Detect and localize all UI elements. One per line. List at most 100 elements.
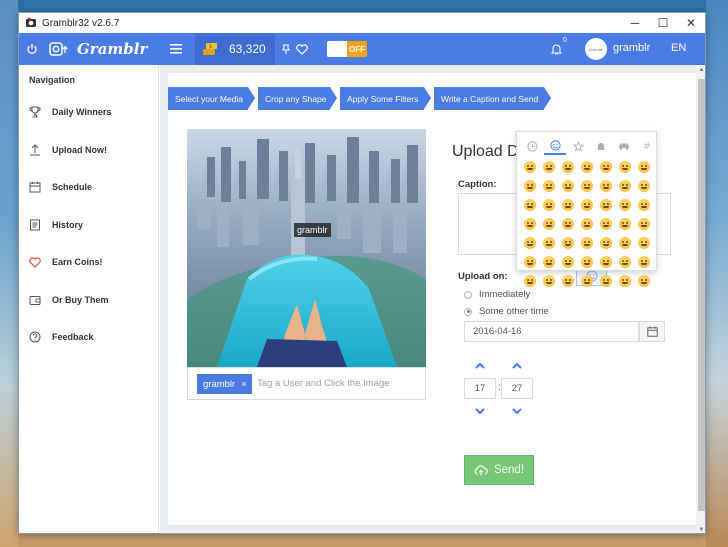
minute-up-icon[interactable] <box>510 359 524 371</box>
clock-icon[interactable] <box>521 137 543 155</box>
emoji-option[interactable] <box>524 218 536 230</box>
emoji-option[interactable] <box>543 218 555 230</box>
emoji-option[interactable] <box>524 256 536 268</box>
scroll-up-icon[interactable]: ▲ <box>696 65 705 75</box>
emoji-option[interactable] <box>581 218 593 230</box>
emoji-option[interactable] <box>619 275 631 287</box>
maximize-button[interactable]: ☐ <box>649 13 677 33</box>
emoji-option[interactable] <box>638 275 650 287</box>
emoji-option[interactable] <box>562 275 574 287</box>
bell-icon[interactable] <box>590 137 612 155</box>
emoji-option[interactable] <box>619 180 631 192</box>
emoji-option[interactable] <box>638 199 650 211</box>
media-preview-image[interactable]: gramblr <box>187 129 426 367</box>
step-filters[interactable]: Apply Some Filters <box>340 87 424 110</box>
emoji-option[interactable] <box>619 218 631 230</box>
emoji-option[interactable] <box>543 161 555 173</box>
tag-user-input[interactable]: Tag a User and Click the Image <box>257 378 390 389</box>
emoji-option[interactable] <box>581 199 593 211</box>
emoji-option[interactable] <box>543 199 555 211</box>
hour-input[interactable]: 17 <box>464 378 496 399</box>
emoji-option[interactable] <box>524 161 536 173</box>
menu-icon[interactable] <box>169 43 183 55</box>
emoji-option[interactable] <box>562 218 574 230</box>
emoji-option[interactable] <box>562 237 574 249</box>
radio-some-other-time[interactable]: Some other time <box>464 306 549 317</box>
main-scrollbar[interactable]: ▲ ▼ <box>696 65 705 533</box>
emoji-option[interactable] <box>543 237 555 249</box>
close-button[interactable]: ✕ <box>677 13 705 33</box>
emoji-option[interactable] <box>562 180 574 192</box>
emoji-option[interactable] <box>638 218 650 230</box>
hour-down-icon[interactable] <box>473 405 487 417</box>
emoji-option[interactable] <box>600 237 612 249</box>
date-input[interactable]: 2016-04-16 <box>464 321 639 342</box>
minimize-button[interactable]: ─ <box>621 13 649 33</box>
emoji-option[interactable] <box>600 218 612 230</box>
emoji-option[interactable] <box>619 161 631 173</box>
bell-icon[interactable] <box>549 42 563 56</box>
emoji-option[interactable] <box>524 237 536 249</box>
emoji-option[interactable] <box>581 161 593 173</box>
hash-icon[interactable]: # <box>636 137 658 155</box>
emoji-option[interactable] <box>581 180 593 192</box>
tag-remove-icon[interactable]: × <box>241 379 246 389</box>
car-icon[interactable] <box>613 137 635 155</box>
follower-icon[interactable] <box>281 43 291 55</box>
flower-icon[interactable] <box>567 137 589 155</box>
emoji-option[interactable] <box>581 275 593 287</box>
step-select-media[interactable]: Select your Media <box>168 87 248 110</box>
step-crop[interactable]: Crop any Shape <box>258 87 330 110</box>
emoji-option[interactable] <box>600 199 612 211</box>
emoji-option[interactable] <box>543 275 555 287</box>
emoji-option[interactable] <box>638 180 650 192</box>
minute-input[interactable]: 27 <box>501 378 533 399</box>
emoji-option[interactable] <box>581 237 593 249</box>
language-selector[interactable]: EN <box>671 42 686 54</box>
emoji-option[interactable] <box>619 256 631 268</box>
tag-chip[interactable]: gramblr × <box>197 374 253 394</box>
avatar[interactable]: Gramblr <box>585 38 607 60</box>
power-icon[interactable] <box>25 42 39 56</box>
sidebar-item-schedule[interactable]: Schedule <box>19 172 159 202</box>
scrollbar-thumb[interactable] <box>698 79 705 511</box>
coins-balance[interactable]: $ 63,320 <box>195 33 275 65</box>
radio-immediately[interactable]: Immediately <box>464 289 530 300</box>
emoji-option[interactable] <box>524 180 536 192</box>
emoji-option[interactable] <box>562 161 574 173</box>
emoji-option[interactable] <box>562 256 574 268</box>
sidebar-item-upload-now[interactable]: Upload Now! <box>19 135 159 165</box>
minute-down-icon[interactable] <box>510 405 524 417</box>
emoji-option[interactable] <box>600 275 612 287</box>
emoji-option[interactable] <box>638 237 650 249</box>
emoji-option[interactable] <box>524 199 536 211</box>
emoji-option[interactable] <box>562 199 574 211</box>
auto-like-toggle[interactable]: OFF <box>327 41 367 57</box>
smiley-icon[interactable] <box>544 137 566 155</box>
emoji-option[interactable] <box>600 256 612 268</box>
emoji-option[interactable] <box>619 199 631 211</box>
sidebar-item-earn-coins[interactable]: Earn Coins! <box>19 247 159 277</box>
heart-outline-icon[interactable] <box>295 42 309 56</box>
emoji-option[interactable] <box>619 237 631 249</box>
emoji-option[interactable] <box>600 180 612 192</box>
step-caption-send[interactable]: Write a Caption and Send <box>434 87 544 110</box>
date-picker-button[interactable] <box>639 321 665 342</box>
emoji-option[interactable] <box>524 275 536 287</box>
emoji-option[interactable] <box>543 180 555 192</box>
username[interactable]: gramblr <box>613 42 650 54</box>
sidebar-item-daily-winners[interactable]: Daily Winners <box>19 97 159 127</box>
step-arrow <box>248 87 255 109</box>
emoji-option[interactable] <box>600 161 612 173</box>
sidebar-item-feedback[interactable]: Feedback <box>19 322 159 352</box>
emoji-option[interactable] <box>638 256 650 268</box>
sidebar-item-history[interactable]: History <box>19 210 159 240</box>
emoji-option[interactable] <box>638 161 650 173</box>
photo-user-tag[interactable]: gramblr <box>294 223 331 237</box>
emoji-option[interactable] <box>543 256 555 268</box>
sidebar-item-buy-coins[interactable]: Or Buy Them <box>19 285 159 315</box>
send-button[interactable]: Send! <box>464 455 534 485</box>
emoji-option[interactable] <box>581 256 593 268</box>
scroll-down-icon[interactable]: ▼ <box>696 525 705 533</box>
hour-up-icon[interactable] <box>473 359 487 371</box>
